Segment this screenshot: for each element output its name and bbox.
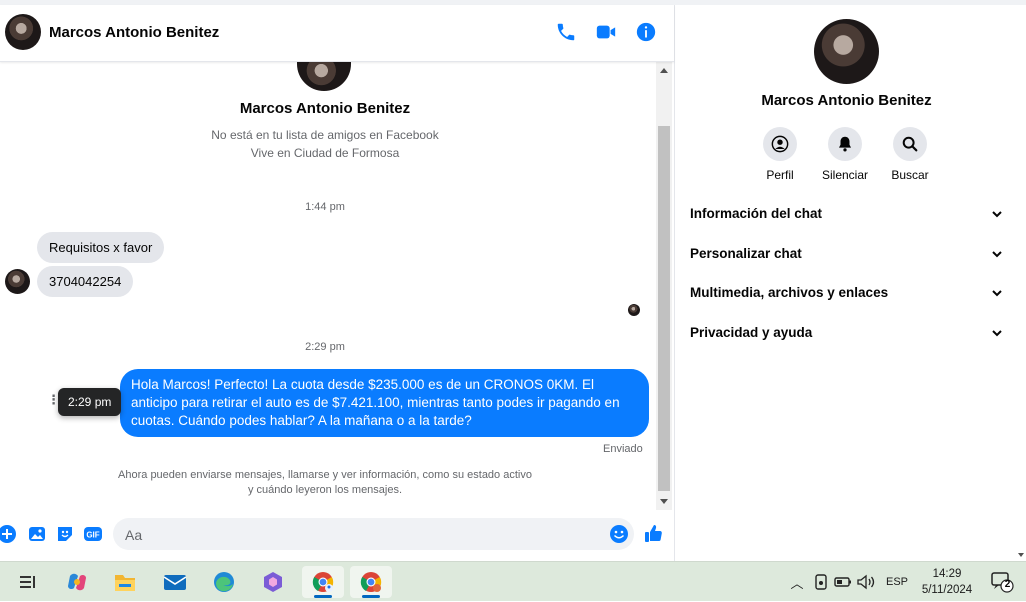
profile-avatar[interactable] xyxy=(297,62,351,91)
profile-label: Perfil xyxy=(766,168,794,182)
info-name: Marcos Antonio Benitez xyxy=(761,92,932,109)
clock-date: 5/11/2024 xyxy=(921,584,973,596)
contact-name[interactable]: Marcos Antonio Benitez xyxy=(49,24,219,41)
phone-icon[interactable] xyxy=(555,21,577,43)
profile-icon xyxy=(763,127,797,161)
chevron-down-icon xyxy=(992,330,1002,337)
sender-avatar[interactable] xyxy=(5,269,30,294)
search-icon xyxy=(893,127,927,161)
not-friend-text: No está en tu lista de amigos en Faceboo… xyxy=(211,128,439,142)
scroll-down-icon[interactable] xyxy=(660,499,668,504)
clock-time: 14:29 xyxy=(932,568,962,580)
active-indicator xyxy=(314,595,332,598)
chat-info-panel: Marcos Antonio Benitez Perfil Silenciar … xyxy=(674,5,1017,561)
copilot-icon[interactable] xyxy=(56,566,98,598)
mute-button[interactable]: Silenciar xyxy=(815,127,875,182)
mail-icon[interactable] xyxy=(154,566,196,598)
message-scrollbar[interactable] xyxy=(656,62,672,510)
notice-line: y cuándo leyeron los mensajes. xyxy=(247,484,403,496)
like-icon[interactable] xyxy=(644,524,664,544)
chevron-down-icon xyxy=(992,251,1002,258)
plus-icon[interactable] xyxy=(0,524,17,544)
search-label: Buscar xyxy=(891,168,929,182)
edge-icon[interactable] xyxy=(203,566,245,598)
section-chat-info[interactable]: Información del chat xyxy=(690,196,1003,232)
notice-line: Ahora pueden enviarse mensajes, llamarse… xyxy=(118,469,532,481)
message-time-tooltip: 2:29 pm xyxy=(58,388,122,416)
chevron-down-icon xyxy=(992,290,1002,297)
scroll-down-icon[interactable] xyxy=(1018,553,1024,557)
notification-icon[interactable]: 2 xyxy=(990,571,1014,593)
lives-in-text: Vive en Ciudad de Formosa xyxy=(250,146,400,160)
sticker-icon[interactable] xyxy=(55,524,75,544)
timestamp: 1:44 pm xyxy=(305,201,345,213)
taskbar: ︿ ESP 14:29 5/11/2024 2 xyxy=(0,561,1026,601)
message-input[interactable]: Aa xyxy=(113,518,634,550)
gif-label: GIF xyxy=(86,531,99,540)
section-media-files[interactable]: Multimedia, archivos y enlaces xyxy=(690,275,1003,311)
section-customize-chat[interactable]: Personalizar chat xyxy=(690,236,1003,272)
chevron-up-icon[interactable]: ︿ xyxy=(788,573,806,592)
file-explorer-icon[interactable] xyxy=(104,566,146,598)
active-indicator xyxy=(362,595,380,598)
scroll-thumb[interactable] xyxy=(658,126,670,491)
sent-status: Enviado xyxy=(603,443,643,455)
chevron-down-icon xyxy=(992,211,1002,218)
page-scrollbar[interactable] xyxy=(1017,5,1026,561)
video-icon[interactable] xyxy=(595,21,617,43)
info-avatar[interactable] xyxy=(814,19,879,84)
incoming-message[interactable]: Requisitos x favor xyxy=(37,232,165,263)
section-title: Personalizar chat xyxy=(690,246,802,261)
profile-button[interactable]: Perfil xyxy=(750,127,810,182)
app-icon[interactable] xyxy=(252,566,294,598)
more-options-icon[interactable]: ⋮ xyxy=(47,393,60,407)
clock[interactable]: 14:29 5/11/2024 xyxy=(912,566,982,598)
chrome-profile-1-icon[interactable] xyxy=(302,566,344,598)
battery-icon[interactable] xyxy=(834,573,852,591)
notification-count: 2 xyxy=(1004,579,1011,590)
chat-panel: Marcos Antonio Benitez Marcos Antonio Be… xyxy=(0,5,674,561)
section-title: Privacidad y ayuda xyxy=(690,325,813,340)
system-tray: ︿ ESP xyxy=(788,562,908,602)
encryption-notice: Ahora pueden enviarse mensajes, llamarse… xyxy=(100,468,550,498)
seen-indicator-avatar xyxy=(628,304,640,316)
language-indicator[interactable]: ESP xyxy=(886,576,908,588)
timestamp: 2:29 pm xyxy=(305,341,345,353)
contact-avatar[interactable] xyxy=(5,14,41,50)
photo-icon[interactable] xyxy=(27,524,47,544)
chat-header: Marcos Antonio Benitez xyxy=(0,5,674,62)
gif-icon[interactable]: GIF xyxy=(83,524,103,544)
outgoing-message[interactable]: Hola Marcos! Perfecto! La cuota desde $2… xyxy=(120,369,649,437)
bell-icon xyxy=(828,127,862,161)
message-placeholder: Aa xyxy=(125,527,143,543)
chrome-profile-2-icon[interactable] xyxy=(350,566,392,598)
search-button[interactable]: Buscar xyxy=(880,127,940,182)
scroll-up-icon[interactable] xyxy=(660,68,668,73)
widgets-icon[interactable] xyxy=(6,566,48,598)
info-icon[interactable] xyxy=(635,21,657,43)
section-title: Información del chat xyxy=(690,206,823,221)
messenger-window: Marcos Antonio Benitez Marcos Antonio Be… xyxy=(0,0,1026,561)
composer: GIF Aa xyxy=(0,517,674,553)
device-icon[interactable] xyxy=(812,573,830,591)
mute-label: Silenciar xyxy=(821,168,869,182)
emoji-icon[interactable] xyxy=(609,524,629,544)
section-privacy-help[interactable]: Privacidad y ayuda xyxy=(690,315,1003,351)
message-list: Marcos Antonio Benitez No está en tu lis… xyxy=(0,62,674,510)
volume-icon[interactable] xyxy=(856,573,876,591)
section-title: Multimedia, archivos y enlaces xyxy=(690,285,889,300)
incoming-message[interactable]: 3704042254 xyxy=(37,266,134,297)
profile-name: Marcos Antonio Benitez xyxy=(239,100,411,117)
